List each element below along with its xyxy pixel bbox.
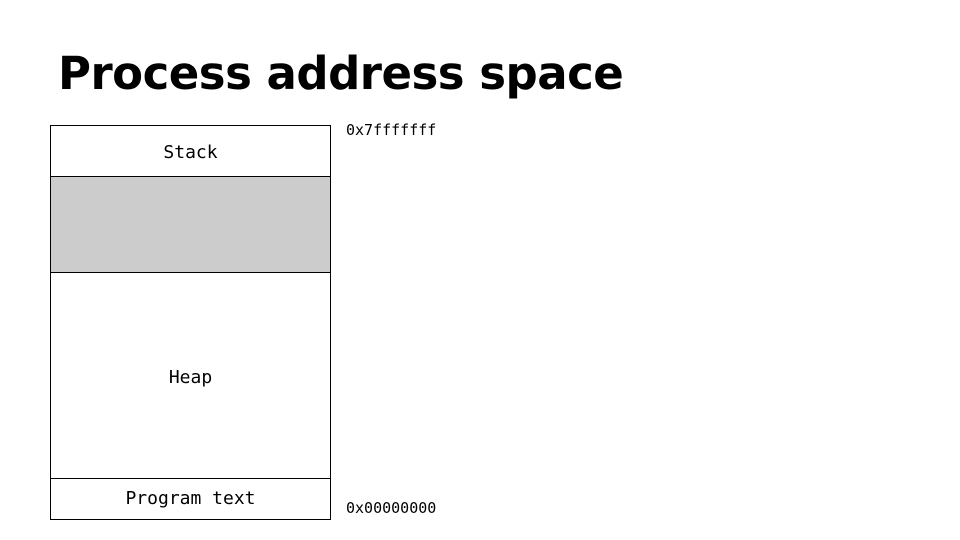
free-space-segment [51, 177, 330, 273]
stack-segment: Stack [51, 126, 330, 177]
heap-segment: Heap [51, 273, 330, 479]
heap-label: Heap [168, 367, 213, 388]
stack-label: Stack [163, 141, 218, 163]
program-text-label: Program text [125, 487, 256, 509]
top-address-label: 0x7fffffff [346, 121, 437, 139]
bottom-address-label: 0x00000000 [346, 499, 437, 517]
program-text-segment: Program text [51, 479, 330, 519]
slide-title: Process address space [58, 47, 624, 100]
address-space-diagram: Stack Heap Program text [50, 125, 331, 520]
